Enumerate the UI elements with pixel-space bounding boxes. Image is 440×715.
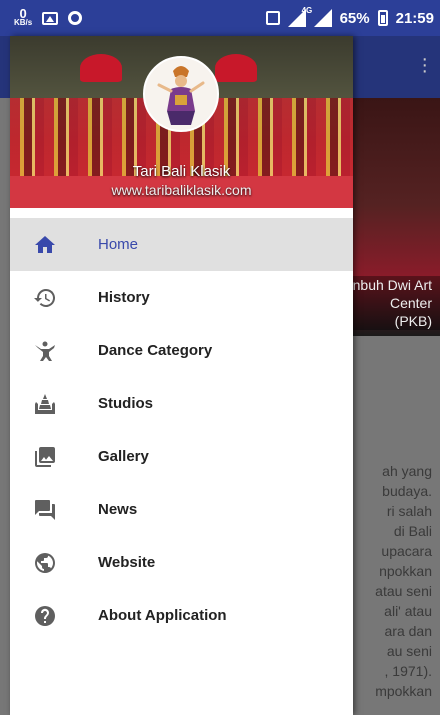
nav-item-history[interactable]: History — [10, 271, 353, 324]
text-line: au seni — [386, 643, 432, 659]
nav-item-studios[interactable]: Studios — [10, 377, 353, 430]
text-line: ah yang — [382, 463, 432, 479]
text-line: di Bali — [393, 523, 432, 539]
text-line: atau seni — [375, 583, 432, 599]
globe-icon — [32, 550, 58, 576]
nav-item-label: Gallery — [98, 448, 149, 465]
news-icon — [32, 497, 58, 523]
net-speed-value: 0 — [19, 6, 27, 21]
nav-item-gallery[interactable]: Gallery — [10, 430, 353, 483]
text-line: budaya. — [382, 483, 432, 499]
nav-item-dance-category[interactable]: Dance Category — [10, 324, 353, 377]
temple-icon — [32, 391, 58, 417]
drawer-header: Tari Bali Klasik www.taribaliklasik.com — [10, 36, 353, 208]
help-icon — [32, 603, 58, 629]
header-url: www.taribaliklasik.com — [111, 182, 252, 198]
background-article-text: ah yang budaya. ri salah di Bali upacara… — [352, 461, 440, 701]
header-title: Tari Bali Klasik — [132, 163, 231, 180]
sync-notification-icon — [68, 11, 83, 25]
umbrella-decoration — [215, 54, 257, 82]
home-icon — [32, 232, 58, 258]
nav-item-label: Studios — [98, 395, 153, 412]
network-type: 4G — [301, 6, 313, 15]
overflow-menu-icon: · · · — [421, 48, 428, 82]
gallery-icon — [32, 444, 58, 470]
signal-4g-icon: 4G — [302, 6, 332, 27]
text-line: ri salah — [386, 503, 432, 519]
nav-item-about-application[interactable]: About Application — [10, 589, 353, 642]
status-bar: 0 KB/s 4G 65% 21:59 — [0, 0, 440, 36]
dancer-logo-icon — [157, 66, 205, 125]
nav-item-news[interactable]: News — [10, 483, 353, 536]
net-speed-indicator: 0 KB/s — [14, 6, 33, 27]
text-line: upacara — [381, 543, 432, 559]
background-caption: nbuh Dwi Art Center (PKB) — [352, 276, 440, 330]
battery-icon — [377, 10, 388, 26]
text-line: , 1971). — [384, 663, 432, 679]
nav-item-label: Website — [98, 554, 156, 571]
text-line: mpokkan — [375, 683, 432, 699]
drawer-menu: Home History Dance Category Studios Gall… — [10, 218, 353, 642]
vibrate-icon — [265, 11, 280, 25]
navigation-drawer: Tari Bali Klasik www.taribaliklasik.com … — [10, 36, 353, 715]
clock: 21:59 — [395, 9, 434, 27]
battery-percent: 65% — [339, 9, 370, 27]
nav-item-label: Home — [98, 236, 139, 253]
text-line: npokkan — [379, 563, 432, 579]
nav-item-label: News — [98, 501, 138, 518]
nav-item-home[interactable]: Home — [10, 218, 353, 271]
nav-item-label: Dance Category — [98, 342, 213, 359]
umbrella-decoration — [80, 54, 122, 82]
net-speed-unit: KB/s — [14, 18, 33, 27]
nav-item-label: History — [98, 289, 150, 306]
text-line: ali' atau — [384, 603, 432, 619]
nav-item-label: About Application — [98, 607, 227, 624]
app-logo-avatar — [143, 56, 219, 132]
nav-item-website[interactable]: Website — [10, 536, 353, 589]
history-icon — [32, 285, 58, 311]
image-notification-icon — [42, 11, 59, 25]
text-line: ara dan — [384, 623, 432, 639]
dance-icon — [32, 338, 58, 364]
